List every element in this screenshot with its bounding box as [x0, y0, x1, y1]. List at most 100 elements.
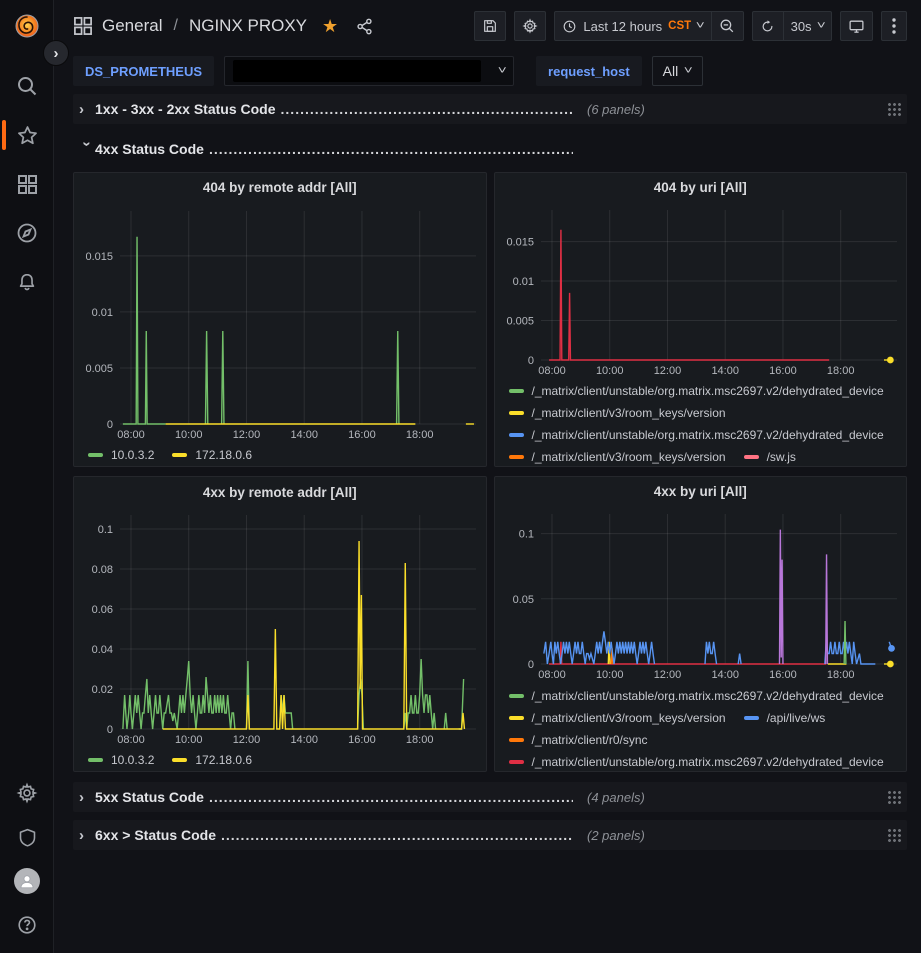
zoom-out-time-button[interactable] — [712, 11, 744, 41]
row-4xx[interactable]: › 4xx Status Code ......................… — [73, 134, 907, 164]
svg-text:0: 0 — [107, 419, 113, 431]
dashboard-content: › 1xx - 3xx - 2xx Status Code ..........… — [55, 90, 921, 850]
sidebar-bottom — [0, 771, 54, 947]
row-title: 6xx > Status Code — [95, 827, 216, 843]
row-title: 5xx Status Code — [95, 789, 204, 805]
row-drag-handle[interactable] — [887, 828, 901, 843]
refresh-interval-picker[interactable]: 30s ˅ — [784, 11, 832, 41]
shield-icon[interactable] — [0, 815, 54, 859]
legend-item[interactable]: /_matrix/client/v3/room_keys/version — [509, 446, 726, 466]
chevron-down-icon: ˅ — [696, 20, 705, 32]
panel-title[interactable]: 404 by uri [All] — [495, 173, 907, 202]
legend-swatch — [88, 453, 103, 457]
legend-item[interactable]: 10.0.3.2 — [88, 749, 154, 771]
sidebar-expand-button[interactable]: › — [43, 40, 69, 66]
explore-compass-icon[interactable] — [0, 211, 54, 255]
row-drag-handle[interactable] — [887, 102, 901, 117]
breadcrumb-separator: / — [171, 17, 179, 35]
svg-text:16:00: 16:00 — [348, 734, 376, 746]
svg-text:0.02: 0.02 — [92, 684, 113, 696]
svg-text:14:00: 14:00 — [711, 669, 739, 681]
svg-text:0: 0 — [107, 724, 113, 736]
panel-plot-area[interactable]: 00.0050.010.01508:0010:0012:0014:0016:00… — [495, 202, 907, 378]
panel-title[interactable]: 4xx by remote addr [All] — [74, 477, 486, 507]
legend-item[interactable]: /_matrix/client/unstable/org.matrix.msc2… — [509, 380, 884, 402]
gear-icon[interactable] — [0, 771, 54, 815]
redacted-value — [233, 60, 481, 82]
legend-item[interactable]: /_matrix/client/v3/room_keys/version — [509, 707, 726, 729]
legend-swatch — [744, 455, 759, 459]
legend-item[interactable]: 172.18.0.6 — [172, 444, 252, 466]
legend-item[interactable]: /_matrix/client/unstable/org.matrix.msc2… — [509, 424, 884, 446]
time-range-label: Last 12 hours — [583, 19, 662, 34]
refresh-button[interactable] — [752, 11, 784, 41]
panel-plot-area[interactable]: 00.0050.010.01508:0010:0012:0014:0016:00… — [74, 203, 486, 442]
legend-item[interactable]: /_matrix/client/unstable/org.matrix.msc2… — [509, 751, 884, 771]
breadcrumb-dashboard-title[interactable]: NGINX PROXY — [189, 16, 307, 36]
svg-text:0.08: 0.08 — [92, 564, 113, 576]
search-icon[interactable] — [0, 64, 54, 108]
favorite-star-icon[interactable]: ★ — [322, 16, 338, 37]
datasource-variable-label[interactable]: DS_PROMETHEUS — [73, 56, 214, 86]
panel-title[interactable]: 404 by remote addr [All] — [74, 173, 486, 203]
legend-item[interactable]: 172.18.0.6 — [172, 749, 252, 771]
tv-mode-button[interactable] — [840, 11, 873, 41]
legend-item[interactable]: 10.0.3.2 — [88, 444, 154, 466]
panel-title[interactable]: 4xx by uri [All] — [495, 477, 907, 506]
svg-text:08:00: 08:00 — [538, 669, 566, 681]
legend-label: 172.18.0.6 — [195, 753, 252, 767]
chevron-right-icon: › — [79, 789, 95, 806]
legend-item[interactable]: /_matrix/client/v3/room_keys/version — [509, 402, 726, 424]
dashboard-grid-icon — [73, 16, 93, 36]
save-dashboard-button[interactable] — [474, 11, 506, 41]
row-5xx[interactable]: › 5xx Status Code ......................… — [73, 782, 907, 812]
chevron-right-icon: › — [79, 827, 95, 844]
svg-text:0.1: 0.1 — [98, 524, 113, 536]
time-range-picker[interactable]: Last 12 hours CST ˅ — [554, 11, 711, 41]
avatar[interactable] — [0, 859, 54, 903]
refresh-interval-label: 30s — [791, 19, 812, 34]
datasource-variable-select[interactable]: ˅ — [224, 56, 514, 86]
svg-text:0: 0 — [527, 355, 533, 367]
row-6xx[interactable]: › 6xx > Status Code ....................… — [73, 820, 907, 850]
grafana-app: › General / NGINX PROXY ★ — [0, 0, 921, 953]
legend-item[interactable]: /_matrix/client/unstable/org.matrix.msc2… — [509, 685, 884, 707]
main-area: General / NGINX PROXY ★ — [55, 0, 921, 953]
breadcrumb: General / NGINX PROXY ★ — [73, 16, 374, 37]
legend-label: /_matrix/client/v3/room_keys/version — [532, 450, 726, 464]
legend-item[interactable]: /api/live/ws — [744, 707, 826, 729]
row-drag-handle[interactable] — [887, 790, 901, 805]
legend-swatch — [88, 758, 103, 762]
zoom-out-icon — [719, 18, 735, 34]
request-host-variable-label[interactable]: request_host — [536, 56, 642, 86]
legend-label: /sw.js — [767, 450, 796, 464]
toolbar-actions: Last 12 hours CST ˅ — [474, 11, 907, 41]
row-1xx-3xx-2xx[interactable]: › 1xx - 3xx - 2xx Status Code ..........… — [73, 94, 907, 124]
legend-swatch — [509, 411, 524, 415]
svg-text:0.1: 0.1 — [518, 529, 533, 541]
request-host-variable-select[interactable]: All ˅ — [652, 56, 703, 86]
star-nav-icon[interactable] — [0, 113, 54, 157]
svg-text:12:00: 12:00 — [653, 365, 681, 377]
legend-swatch — [509, 760, 524, 764]
alerting-bell-icon[interactable] — [0, 260, 54, 304]
legend-swatch — [509, 694, 524, 698]
panel-legend: /_matrix/client/unstable/org.matrix.msc2… — [495, 378, 907, 466]
kebab-menu-button[interactable] — [881, 11, 907, 41]
breadcrumb-folder[interactable]: General — [102, 16, 162, 36]
legend-item[interactable]: /sw.js — [744, 446, 796, 466]
help-icon[interactable] — [0, 903, 54, 947]
chevron-down-icon: › — [79, 141, 96, 157]
svg-text:0.015: 0.015 — [506, 237, 534, 249]
dashboard-settings-button[interactable] — [514, 11, 546, 41]
kebab-icon — [892, 18, 896, 34]
svg-text:14:00: 14:00 — [711, 365, 739, 377]
share-icon[interactable] — [355, 17, 374, 36]
svg-text:0.05: 0.05 — [512, 594, 533, 606]
panel-legend: 10.0.3.2 172.18.0.6 — [74, 442, 486, 466]
panel-plot-area[interactable]: 00.020.040.060.080.108:0010:0012:0014:00… — [74, 507, 486, 747]
legend-swatch — [172, 453, 187, 457]
panel-plot-area[interactable]: 00.050.108:0010:0012:0014:0016:0018:00 — [495, 506, 907, 682]
legend-item[interactable]: /_matrix/client/r0/sync — [509, 729, 648, 751]
dashboards-icon[interactable] — [0, 162, 54, 206]
